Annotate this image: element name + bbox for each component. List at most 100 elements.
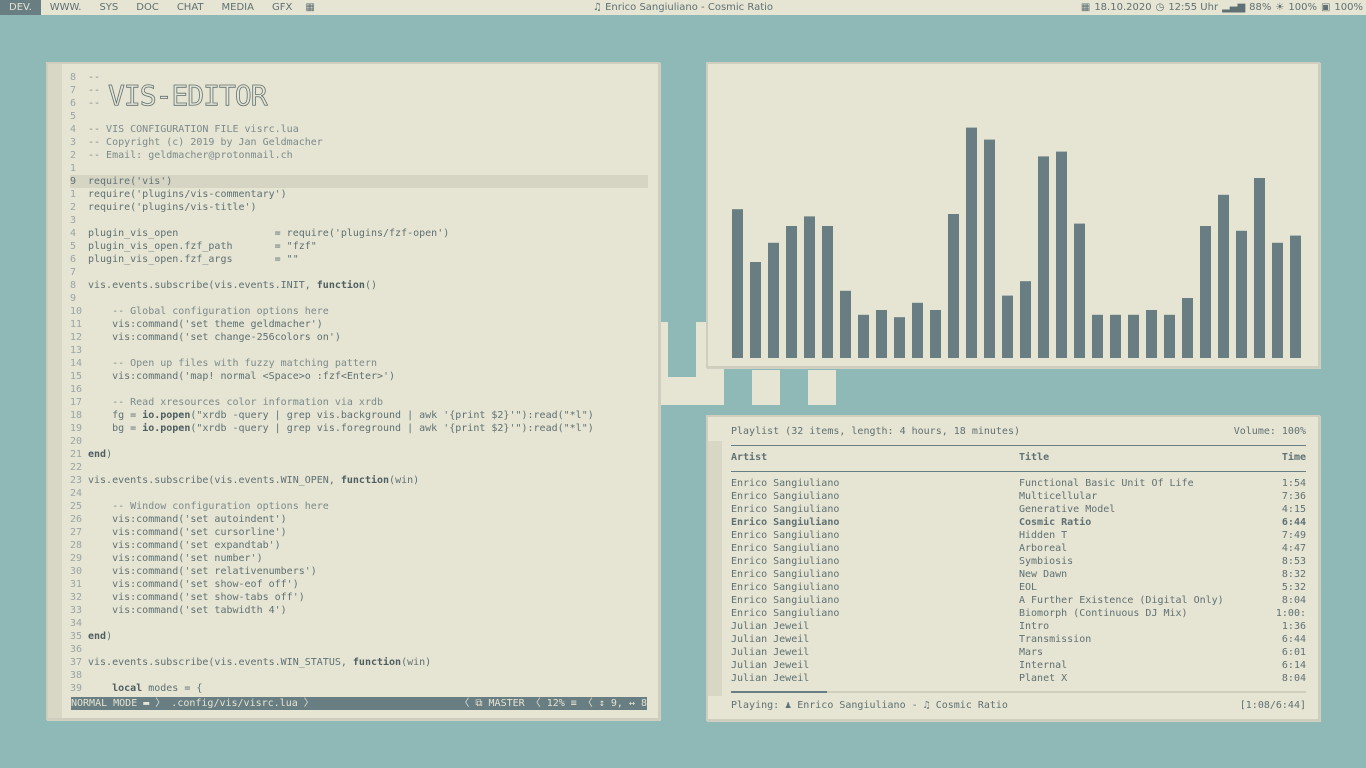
playlist-row[interactable]: Julian Jeweil Transmission 6:44	[731, 633, 1306, 646]
editor-line[interactable]: 7 --	[70, 84, 648, 97]
column-time[interactable]: Time	[1282, 451, 1306, 464]
editor-line[interactable]: 37 vis.events.subscribe(vis.events.WIN_ST…	[70, 656, 648, 669]
workspace-tag-sys[interactable]: SYS	[90, 0, 127, 15]
editor-line[interactable]: 18 fg = io.popen("xrdb -query | grep vis…	[70, 409, 648, 422]
playlist-row[interactable]: Enrico Sangiuliano Functional Basic Unit …	[731, 477, 1306, 490]
editor-line[interactable]: 33 vis:command('set tabwidth 4')	[70, 604, 648, 617]
editor-line[interactable]: 2 require('plugins/vis-title')	[70, 201, 648, 214]
status-area: ▦ 18.10.2020 ◷ 12:55 Uhr ▂▄▆ 88% ☀ 100% …	[1081, 0, 1363, 15]
spectrum-bars	[732, 127, 1301, 358]
track-time: 8:32	[1281, 569, 1306, 580]
editor-line[interactable]: 13	[70, 344, 648, 357]
playlist-row[interactable]: Julian Jeweil Intro 1:36	[731, 620, 1306, 633]
editor-line[interactable]: 9 require('vis')	[70, 175, 648, 188]
playlist-row[interactable]: Enrico Sangiuliano Biomorph (Continuous D…	[731, 607, 1306, 620]
line-number: 19	[70, 423, 83, 434]
editor-line[interactable]: 8 --	[70, 71, 648, 84]
editor-line[interactable]: 26 vis:command('set autoindent')	[70, 513, 648, 526]
editor-line[interactable]: 39 local modes = {	[70, 682, 648, 695]
editor-line[interactable]: 21 end)	[70, 448, 648, 461]
music-player-window[interactable]: Playlist (32 items, length: 4 hours, 18 …	[706, 415, 1320, 721]
editor-line[interactable]: 10 -- Global configuration options here	[70, 305, 648, 318]
editor-line[interactable]: 1 require('plugins/vis-commentary')	[70, 188, 648, 201]
editor-line[interactable]: 8 vis.events.subscribe(vis.events.INIT, f…	[70, 279, 648, 292]
playlist-row[interactable]: Enrico Sangiuliano Symbiosis 8:53	[731, 555, 1306, 568]
editor-line[interactable]: 27 vis:command('set cursorline')	[70, 526, 648, 539]
editor-line[interactable]: 19 bg = io.popen("xrdb -query | grep vis…	[70, 422, 648, 435]
editor-line[interactable]: 2 -- Email: geldmacher@protonmail.ch	[70, 149, 648, 162]
column-title[interactable]: Title	[1019, 451, 1049, 464]
playlist-row[interactable]: Julian Jeweil Mars 6:01	[731, 646, 1306, 659]
track-time: 1:36	[1281, 621, 1306, 632]
tile-layout-icon[interactable]: ▦	[301, 0, 318, 15]
editor-text-area[interactable]: 8 -- 7 -- 6 -- 5 4 -- VIS CONFIGURATION FILE vis…	[70, 71, 648, 695]
playlist-row[interactable]: Enrico Sangiuliano New Dawn 8:32	[731, 568, 1306, 581]
line-code: -- Open up files with fuzzy matching pat…	[88, 358, 377, 369]
playlist-row[interactable]: Julian Jeweil Internal 6:14	[731, 659, 1306, 672]
line-code: -- Copyright (c) 2019 by Jan Geldmacher	[88, 137, 323, 148]
spectrum-bar	[750, 262, 761, 358]
editor-line[interactable]: 24	[70, 487, 648, 500]
workspace-tag-doc[interactable]: DOC	[127, 0, 168, 15]
editor-line[interactable]: 3	[70, 214, 648, 227]
editor-line[interactable]: 20	[70, 435, 648, 448]
editor-line[interactable]: 17 -- Read xresources color information …	[70, 396, 648, 409]
editor-line[interactable]: 1	[70, 162, 648, 175]
editor-line[interactable]: 28 vis:command('set expandtab')	[70, 539, 648, 552]
playlist-row[interactable]: Julian Jeweil Planet X 8:04	[731, 672, 1306, 685]
column-artist[interactable]: Artist	[731, 451, 767, 464]
editor-line[interactable]: 3 -- Copyright (c) 2019 by Jan Geldmacher	[70, 136, 648, 149]
playlist-scrollbar[interactable]	[708, 441, 722, 696]
editor-line[interactable]: 23 vis.events.subscribe(vis.events.WIN_OP…	[70, 474, 648, 487]
playlist-row[interactable]: Enrico Sangiuliano Multicellular 7:36	[731, 490, 1306, 503]
editor-line[interactable]: 11 vis:command('set theme geldmacher')	[70, 318, 648, 331]
track-time: 8:04	[1281, 595, 1306, 606]
editor-line[interactable]: 15 vis:command('map! normal <Space>o :fz…	[70, 370, 648, 383]
playlist-row[interactable]: Enrico Sangiuliano EOL 5:32	[731, 581, 1306, 594]
line-number: 29	[70, 553, 83, 564]
editor-status-right: 〈 ⧉ MASTER 〈 12% ≡ 〈 ↕ 9, ↔ 8	[459, 698, 647, 709]
editor-line[interactable]: 25 -- Window configuration options here	[70, 500, 648, 513]
editor-line[interactable]: 35 end)	[70, 630, 648, 643]
editor-line[interactable]: 7	[70, 266, 648, 279]
editor-line[interactable]: 9	[70, 292, 648, 305]
workspace-tag-dev[interactable]: DEV.	[0, 0, 41, 15]
editor-line[interactable]: 34	[70, 617, 648, 630]
editor-line[interactable]: 4 -- VIS CONFIGURATION FILE visrc.lua	[70, 123, 648, 136]
editor-line[interactable]: 29 vis:command('set number')	[70, 552, 648, 565]
editor-line[interactable]: 16	[70, 383, 648, 396]
editor-line[interactable]: 38	[70, 669, 648, 682]
track-time: 1:00:	[1275, 608, 1306, 619]
workspace-tag-chat[interactable]: CHAT	[168, 0, 213, 15]
editor-line[interactable]: 14 -- Open up files with fuzzy matching …	[70, 357, 648, 370]
playlist-row[interactable]: Enrico Sangiuliano Generative Model 4:15	[731, 503, 1306, 516]
editor-line[interactable]: 31 vis:command('set show-eof off')	[70, 578, 648, 591]
editor-line[interactable]: 5 plugin_vis_open.fzf_path = "fzf"	[70, 240, 648, 253]
track-artist: Enrico Sangiuliano	[731, 530, 840, 541]
workspace-tag-media[interactable]: MEDIA	[213, 0, 263, 15]
line-code: end)	[88, 631, 113, 642]
editor-line[interactable]: 36	[70, 643, 648, 656]
editor-line[interactable]: 6 --	[70, 97, 648, 110]
editor-line[interactable]: 22	[70, 461, 648, 474]
playback-progress-bar[interactable]	[731, 691, 1306, 693]
workspace-tag-www[interactable]: WWW.	[41, 0, 91, 15]
spectrum-bar	[948, 214, 959, 358]
editor-line[interactable]: 6 plugin_vis_open.fzf_args = ""	[70, 253, 648, 266]
editor-line[interactable]: 12 vis:command('set change-256colors on'…	[70, 331, 648, 344]
line-code: vis.events.subscribe(vis.events.INIT, fu…	[88, 280, 377, 291]
playlist-row[interactable]: Enrico Sangiuliano Cosmic Ratio 6:44	[731, 516, 1306, 529]
editor-line[interactable]: 4 plugin_vis_open = require('plugins/fzf-…	[70, 227, 648, 240]
workspace-tag-gfx[interactable]: GFX	[263, 0, 301, 15]
spectrum-bar	[1092, 314, 1103, 358]
editor-scrollbar[interactable]	[48, 64, 62, 718]
playlist-row[interactable]: Enrico Sangiuliano Arboreal 4:47	[731, 542, 1306, 555]
playlist-column-headers: Artist Title Time	[731, 451, 1306, 464]
line-number: 6	[70, 254, 77, 265]
vis-editor-window[interactable]: VIS-EDITOR 8 -- 7 -- 6 -- 5 4 -- VIS CONFIGURATI…	[46, 62, 660, 720]
editor-line[interactable]: 5	[70, 110, 648, 123]
editor-line[interactable]: 30 vis:command('set relativenumbers')	[70, 565, 648, 578]
editor-line[interactable]: 32 vis:command('set show-tabs off')	[70, 591, 648, 604]
playlist-row[interactable]: Enrico Sangiuliano Hidden T 7:49	[731, 529, 1306, 542]
playlist-row[interactable]: Enrico Sangiuliano A Further Existence (D…	[731, 594, 1306, 607]
